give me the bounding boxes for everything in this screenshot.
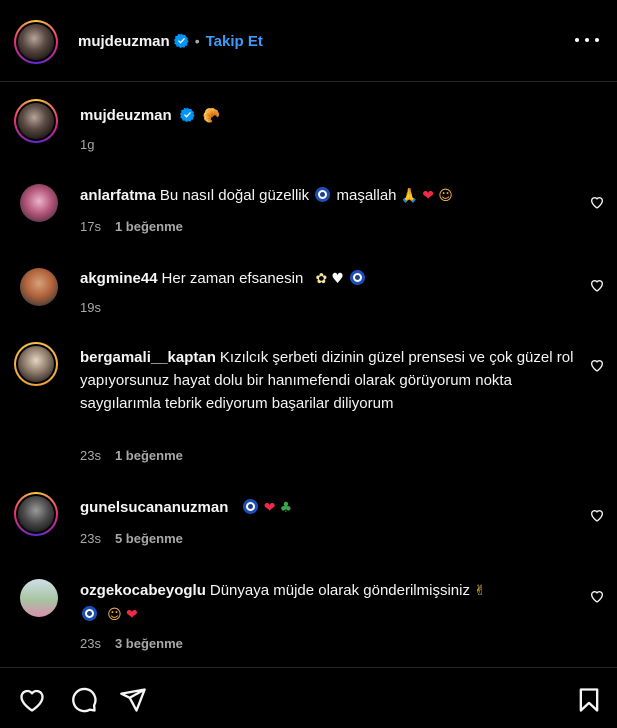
caption-time: 1g	[80, 137, 95, 152]
action-bar	[0, 667, 617, 728]
caption-text: mujdeuzman 🥐	[80, 104, 580, 128]
comment-text: akgmine44 Her zaman efsanesin ✿ ♥	[80, 267, 580, 291]
comment-username[interactable]: bergamali__kaptan	[80, 349, 216, 366]
post-header: mujdeuzman • Takip Et	[0, 0, 617, 82]
comment-time: 23s	[80, 531, 101, 546]
comment-likes[interactable]: 1 beğenme	[115, 448, 183, 463]
comment-item: anlarfatma Bu nasıl doğal güzellik maşall…	[0, 178, 617, 248]
comment-username[interactable]: gunelsucananuzman	[80, 499, 228, 516]
follow-button[interactable]: Takip Et	[206, 33, 263, 50]
comment-meta: 23s 5 beğenme	[80, 531, 183, 546]
praying-hands-emoji: 🙏	[400, 188, 419, 204]
comment-text: bergamali__kaptan Kızılcık şerbeti dizini…	[80, 346, 580, 415]
comment-meta: 23s 3 beğenme	[80, 636, 183, 651]
comment-username[interactable]: ozgekocabeyoglu	[80, 582, 206, 599]
heart-outline-icon[interactable]	[589, 507, 605, 523]
comment-item: ozgekocabeyoglu Dünyaya müjde olarak gönd…	[0, 573, 617, 663]
caption-avatar[interactable]	[14, 99, 58, 143]
comment-meta: 23s 1 beğenme	[80, 448, 183, 463]
heart-outline-icon[interactable]	[18, 686, 46, 714]
evil-eye-emoji	[242, 499, 258, 514]
heart-outline-icon[interactable]	[589, 357, 605, 373]
red-heart-emoji: ❤	[263, 500, 276, 516]
comment-likes[interactable]: 3 beğenme	[115, 636, 183, 651]
commenter-avatar[interactable]	[14, 342, 58, 386]
heart-outline-icon[interactable]	[589, 194, 605, 210]
comment-meta: 17s 1 beğenme	[80, 219, 183, 234]
comment-likes[interactable]: 1 beğenme	[115, 219, 183, 234]
more-options-icon[interactable]	[575, 34, 599, 46]
comment-body: Dünyaya müjde olarak gönderilmişsiniz	[209, 582, 470, 599]
header-username[interactable]: mujdeuzman	[78, 33, 170, 50]
caption-username[interactable]: mujdeuzman	[80, 107, 172, 124]
header-separator: •	[194, 33, 200, 49]
smiling-hearts-emoji: ☺	[438, 188, 453, 204]
post-caption: mujdeuzman 🥐 1g	[0, 95, 617, 165]
white-heart-emoji: ♥	[331, 271, 344, 287]
red-heart-emoji: ❤	[422, 188, 435, 204]
comment-time: 23s	[80, 636, 101, 651]
commenter-avatar[interactable]	[20, 579, 58, 617]
comment-text: anlarfatma Bu nasıl doğal güzellik maşall…	[80, 184, 580, 208]
commenter-avatar[interactable]	[14, 492, 58, 536]
comment-item: gunelsucananuzman ❤ ♣ 23s 5 beğenme	[0, 490, 617, 560]
heart-outline-icon[interactable]	[589, 277, 605, 293]
heart-outline-icon[interactable]	[589, 588, 605, 604]
caption-meta: 1g	[80, 137, 94, 152]
header-avatar[interactable]	[14, 20, 58, 64]
comment-text: ozgekocabeyoglu Dünyaya müjde olarak gönd…	[80, 579, 560, 627]
comment-likes[interactable]: 5 beğenme	[115, 531, 183, 546]
comment-bubble-icon[interactable]	[70, 686, 98, 714]
commenter-avatar[interactable]	[20, 268, 58, 306]
red-heart-emoji: ❤	[125, 607, 138, 623]
comment-item: akgmine44 Her zaman efsanesin ✿ ♥ 19s	[0, 262, 617, 322]
comment-meta: 19s	[80, 300, 101, 315]
evil-eye-emoji	[350, 270, 366, 285]
verified-badge-icon	[179, 107, 195, 122]
header-user-row: mujdeuzman • Takip Et	[78, 33, 263, 51]
comment-time: 23s	[80, 448, 101, 463]
comment-body: Bu nasıl doğal güzellik	[159, 187, 310, 204]
commenter-avatar[interactable]	[20, 184, 58, 222]
comment-username[interactable]: anlarfatma	[80, 187, 156, 204]
bookmark-icon[interactable]	[575, 686, 603, 714]
evil-eye-emoji	[82, 606, 97, 621]
face-blowing-kiss-emoji: ☺	[107, 607, 122, 623]
comment-time: 19s	[80, 300, 101, 315]
comment-time: 17s	[80, 219, 101, 234]
four-leaf-clover-emoji: ♣	[279, 500, 293, 516]
comment-username[interactable]: akgmine44	[80, 270, 158, 287]
evil-eye-emoji	[315, 187, 331, 202]
blossom-emoji: ✿	[315, 271, 328, 287]
comment-body: Her zaman efsanesin	[161, 270, 304, 287]
verified-badge-icon	[173, 33, 189, 48]
comment-text: gunelsucananuzman ❤ ♣	[80, 496, 580, 520]
paper-plane-icon[interactable]	[119, 686, 147, 714]
victory-hand-emoji: ✌	[474, 583, 486, 599]
comment-item: bergamali__kaptan Kızılcık şerbeti dizini…	[0, 340, 617, 470]
croissant-emoji: 🥐	[202, 108, 221, 124]
comment-body-2: maşallah	[336, 187, 397, 204]
